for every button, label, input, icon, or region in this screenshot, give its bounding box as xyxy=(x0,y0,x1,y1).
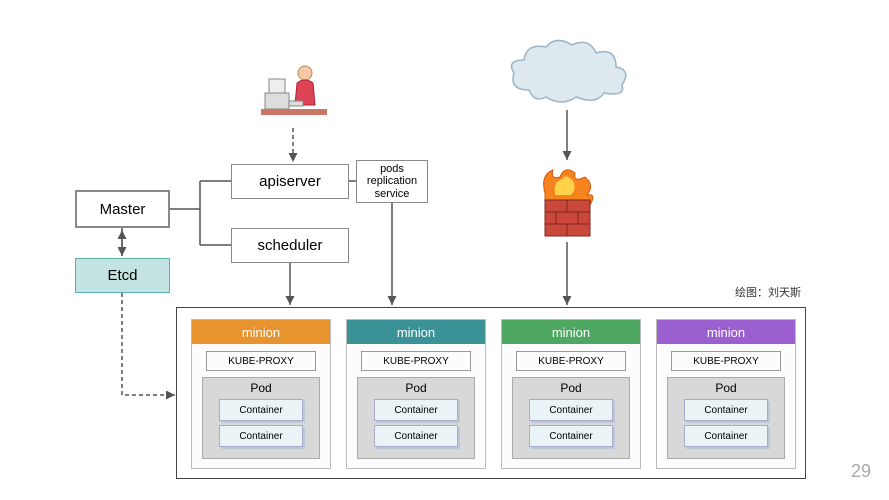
pod-label: Pod xyxy=(513,381,629,395)
master-box: Master xyxy=(75,190,170,228)
pod-box: Pod Container Container xyxy=(357,377,475,459)
credit-text: 绘图：刘天斯 xyxy=(735,284,801,300)
minion-header: minion xyxy=(657,320,795,344)
container-box: Container xyxy=(684,399,768,421)
container-box: Container xyxy=(529,425,613,447)
user-icon xyxy=(259,55,329,125)
minion-box: minion KUBE-PROXY Pod Container Container xyxy=(346,319,486,469)
container-box: Container xyxy=(684,425,768,447)
minion-box: minion KUBE-PROXY Pod Container Container xyxy=(191,319,331,469)
container-box: Container xyxy=(374,399,458,421)
pod-label: Pod xyxy=(203,381,319,395)
container-box: Container xyxy=(529,399,613,421)
kube-proxy-box: KUBE-PROXY xyxy=(671,351,781,371)
container-box: Container xyxy=(374,425,458,447)
kube-proxy-box: KUBE-PROXY xyxy=(361,351,471,371)
kube-proxy-box: KUBE-PROXY xyxy=(516,351,626,371)
pods-line1: pods xyxy=(380,163,404,175)
minion-box: minion KUBE-PROXY Pod Container Container xyxy=(656,319,796,469)
page-number: 29 xyxy=(851,461,871,482)
pods-replication-service-box: pods replication service xyxy=(356,160,428,203)
etcd-box: Etcd xyxy=(75,258,170,293)
minion-header: minion xyxy=(347,320,485,344)
pods-line2: replication xyxy=(367,175,417,187)
minion-header: minion xyxy=(192,320,330,344)
apiserver-box: apiserver xyxy=(231,164,349,199)
container-box: Container xyxy=(219,399,303,421)
scheduler-box: scheduler xyxy=(231,228,349,263)
minion-header: minion xyxy=(502,320,640,344)
pod-box: Pod Container Container xyxy=(512,377,630,459)
pod-label: Pod xyxy=(668,381,784,395)
container-box: Container xyxy=(219,425,303,447)
pod-box: Pod Container Container xyxy=(667,377,785,459)
pod-box: Pod Container Container xyxy=(202,377,320,459)
minion-box: minion KUBE-PROXY Pod Container Container xyxy=(501,319,641,469)
firewall-icon xyxy=(535,165,600,240)
pods-line3: service xyxy=(375,188,410,200)
cloud-icon xyxy=(504,35,634,110)
pod-label: Pod xyxy=(358,381,474,395)
kube-proxy-box: KUBE-PROXY xyxy=(206,351,316,371)
